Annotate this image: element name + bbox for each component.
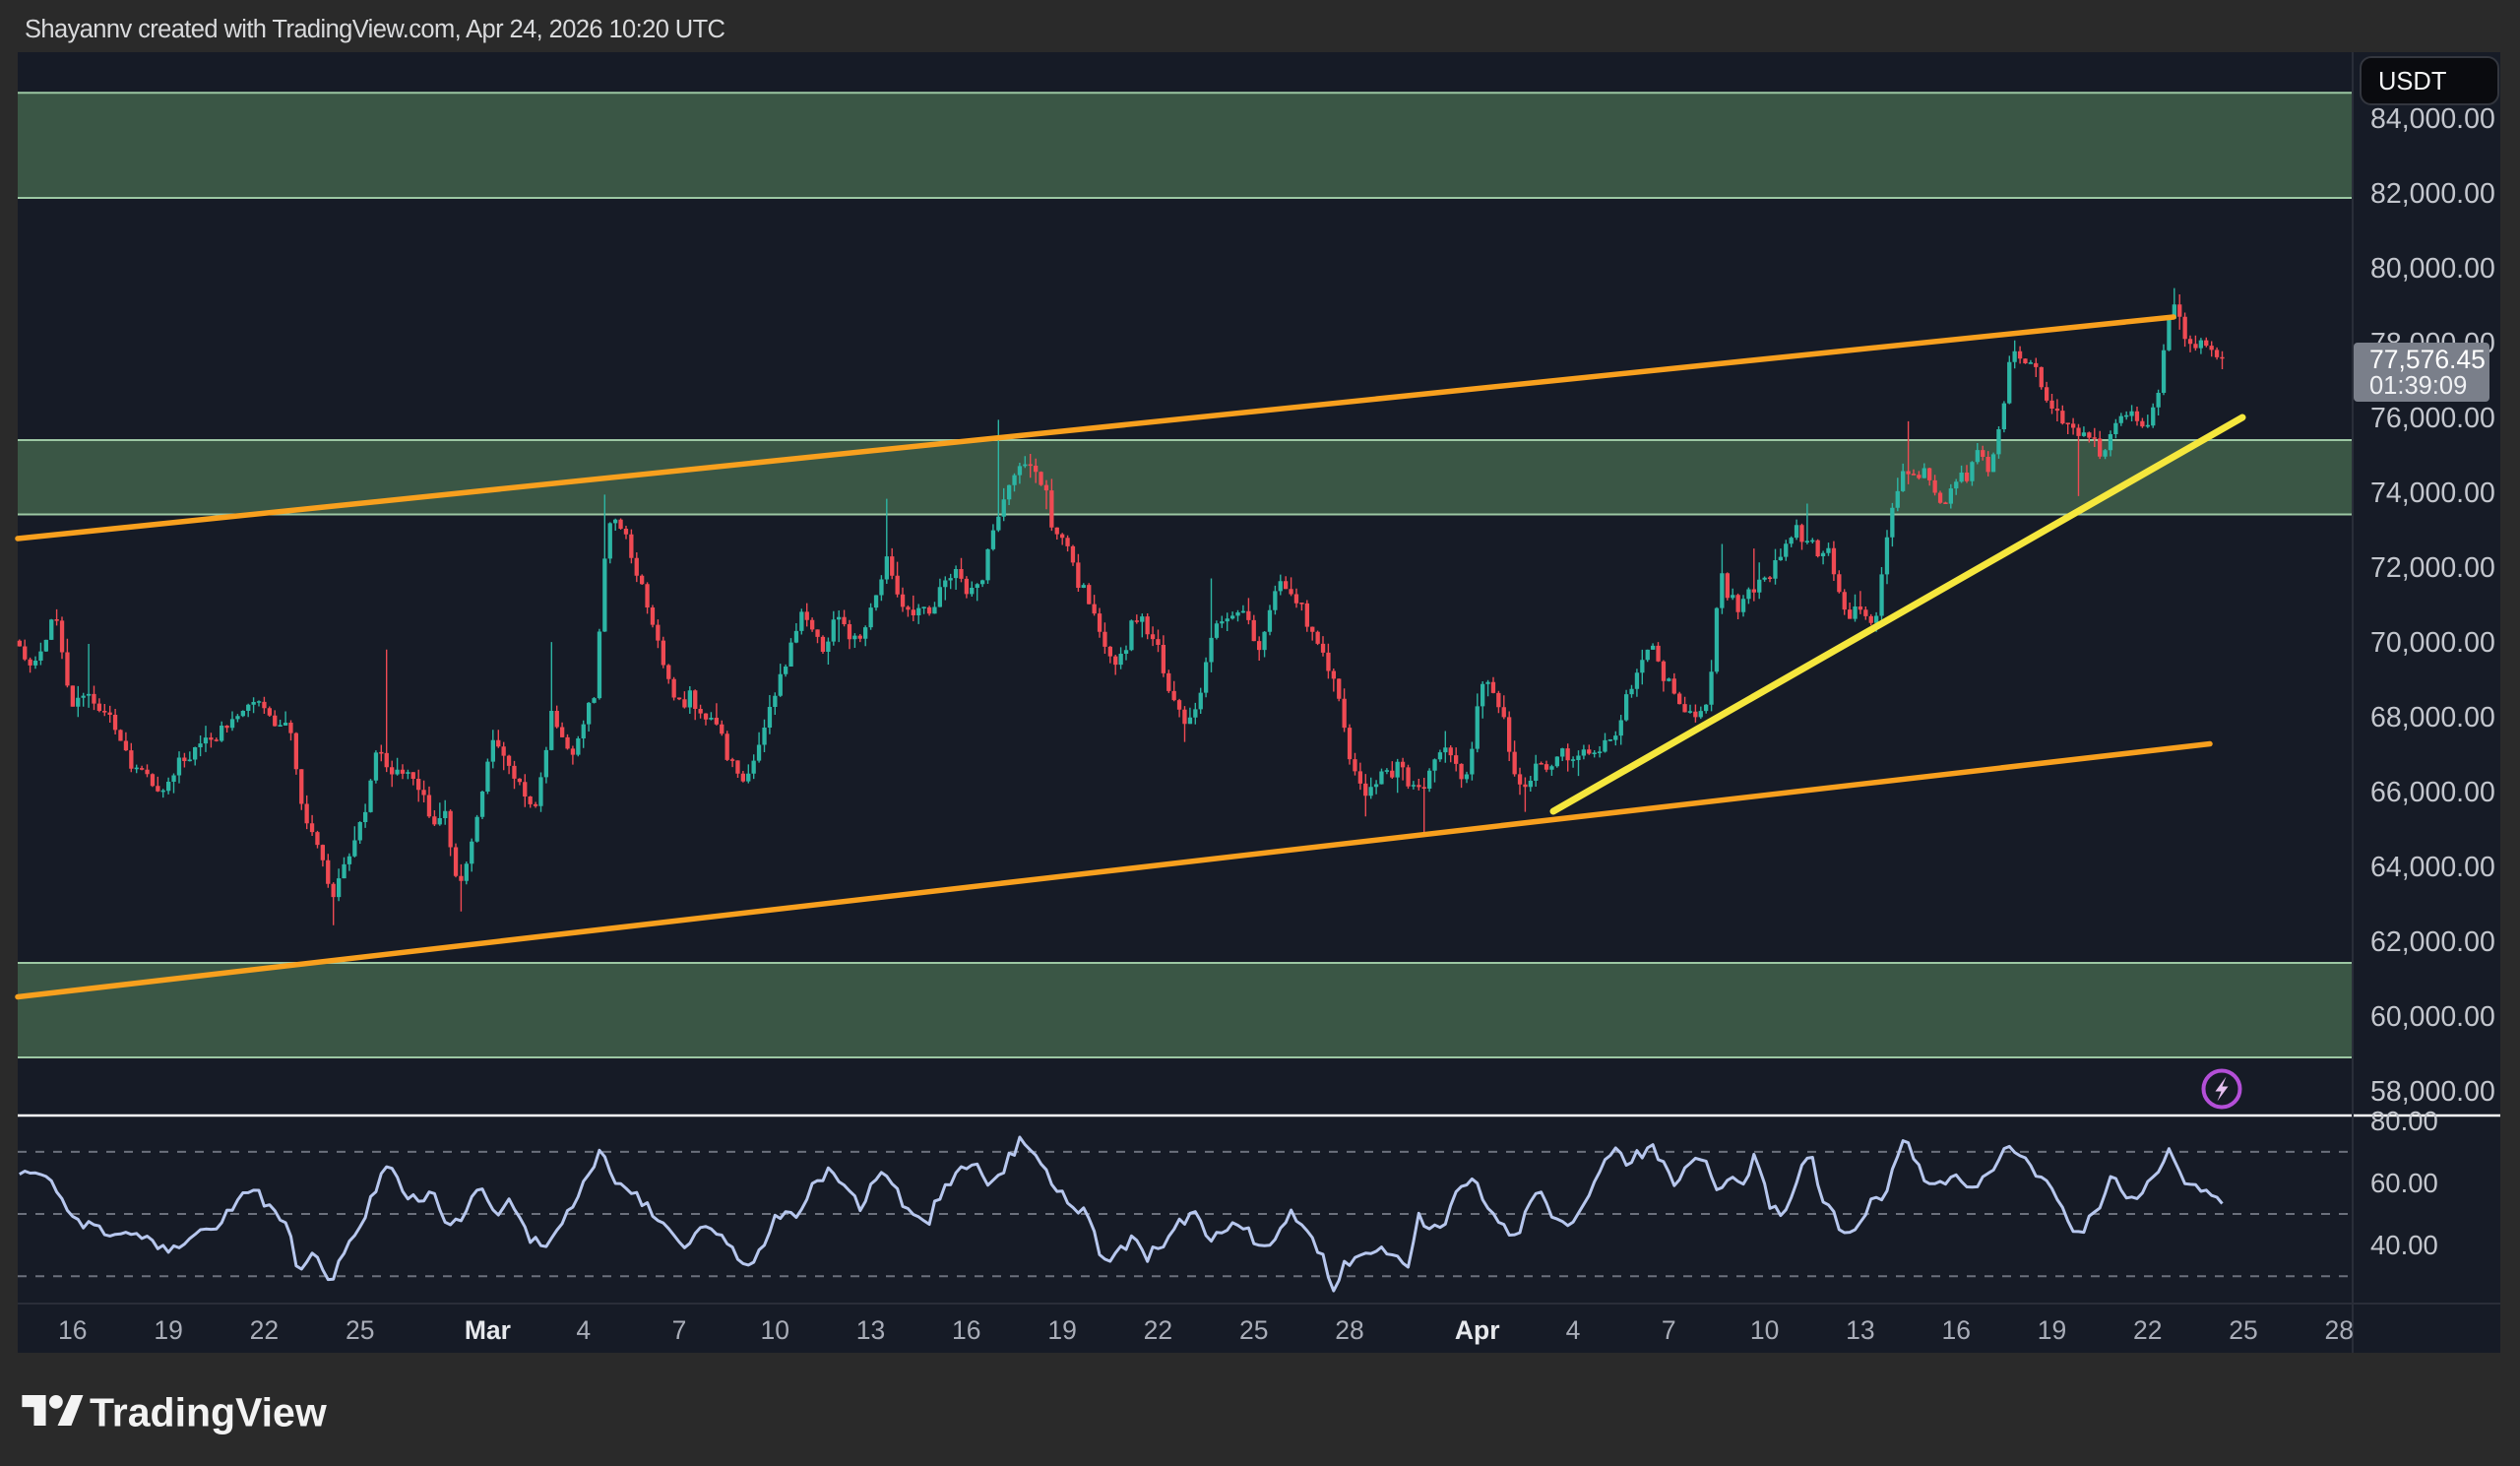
- svg-text:19: 19: [1047, 1315, 1076, 1345]
- svg-text:28: 28: [2325, 1315, 2354, 1345]
- svg-text:19: 19: [2038, 1315, 2066, 1345]
- svg-text:7: 7: [1662, 1315, 1676, 1345]
- svg-text:16: 16: [1941, 1315, 1970, 1345]
- svg-text:USDT: USDT: [2378, 68, 2446, 96]
- svg-text:80.00: 80.00: [2370, 1106, 2438, 1136]
- svg-text:4: 4: [1566, 1315, 1581, 1345]
- svg-text:19: 19: [154, 1315, 182, 1345]
- svg-text:16: 16: [952, 1315, 980, 1345]
- svg-text:10: 10: [761, 1315, 789, 1345]
- svg-text:7: 7: [672, 1315, 687, 1345]
- svg-text:4: 4: [576, 1315, 591, 1345]
- svg-text:TradingView: TradingView: [90, 1390, 327, 1435]
- svg-text:13: 13: [856, 1315, 885, 1345]
- svg-text:22: 22: [2133, 1315, 2162, 1345]
- svg-text:82,000.00: 82,000.00: [2370, 178, 2495, 210]
- svg-text:77,576.45: 77,576.45: [2369, 345, 2486, 374]
- svg-text:84,000.00: 84,000.00: [2370, 103, 2495, 135]
- svg-text:60,000.00: 60,000.00: [2370, 1001, 2495, 1033]
- svg-text:58,000.00: 58,000.00: [2370, 1076, 2495, 1108]
- svg-text:22: 22: [250, 1315, 279, 1345]
- svg-text:01:39:09: 01:39:09: [2369, 372, 2467, 400]
- svg-text:Mar: Mar: [465, 1315, 511, 1345]
- svg-text:74,000.00: 74,000.00: [2370, 478, 2495, 509]
- svg-text:16: 16: [58, 1315, 87, 1345]
- svg-text:10: 10: [1750, 1315, 1779, 1345]
- svg-text:64,000.00: 64,000.00: [2370, 852, 2495, 883]
- svg-text:28: 28: [1335, 1315, 1363, 1345]
- svg-text:60.00: 60.00: [2370, 1168, 2438, 1198]
- svg-text:70,000.00: 70,000.00: [2370, 627, 2495, 659]
- svg-text:13: 13: [1846, 1315, 1874, 1345]
- svg-text:80,000.00: 80,000.00: [2370, 253, 2495, 285]
- svg-text:25: 25: [346, 1315, 374, 1345]
- svg-text:25: 25: [1239, 1315, 1268, 1345]
- svg-text:66,000.00: 66,000.00: [2370, 777, 2495, 808]
- svg-text:Shayannv created with TradingV: Shayannv created with TradingView.com, A…: [25, 16, 725, 43]
- svg-text:68,000.00: 68,000.00: [2370, 702, 2495, 733]
- svg-text:40.00: 40.00: [2370, 1230, 2438, 1260]
- svg-text:72,000.00: 72,000.00: [2370, 552, 2495, 584]
- svg-text:25: 25: [2229, 1315, 2257, 1345]
- svg-text:62,000.00: 62,000.00: [2370, 926, 2495, 958]
- svg-text:22: 22: [1144, 1315, 1172, 1345]
- svg-text:Apr: Apr: [1455, 1315, 1500, 1345]
- svg-text:76,000.00: 76,000.00: [2370, 403, 2495, 434]
